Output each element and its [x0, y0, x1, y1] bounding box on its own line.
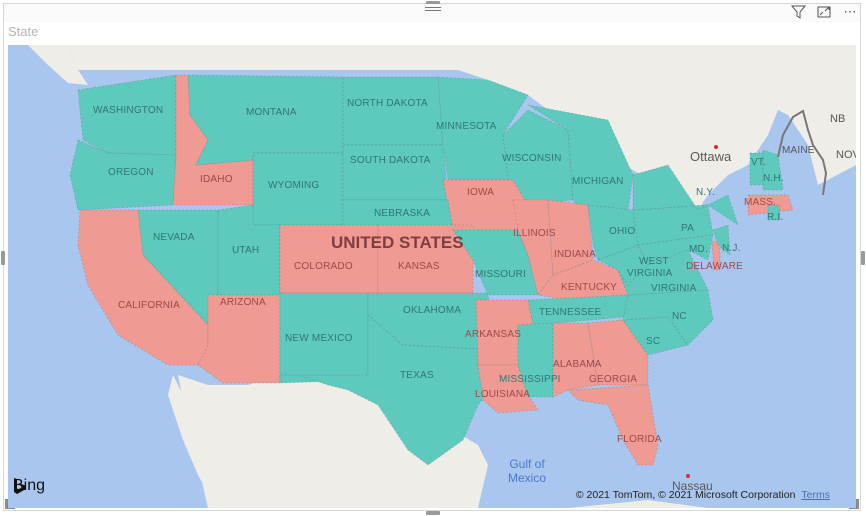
- filter-icon[interactable]: [790, 4, 806, 20]
- state-label-pa: PA: [681, 223, 694, 234]
- state-label-wisconsin: WISCONSIN: [502, 153, 562, 164]
- map-canvas: WASHINGTON OREGON IDAHO MONTANA WYOMING NORTH…: [28, 45, 856, 508]
- state-label-vt: VT.: [751, 157, 766, 168]
- state-label-arizona: ARIZONA: [220, 297, 266, 308]
- map-attribution: © 2021 TomTom, © 2021 Microsoft Corporat…: [576, 489, 830, 501]
- state-label-kentucky: KENTUCKY: [561, 282, 617, 293]
- terms-link[interactable]: Terms: [801, 489, 830, 501]
- state-label-sc: SC: [646, 336, 660, 347]
- province-label-nova: NOV: [836, 149, 856, 161]
- state-shape-n-h[interactable]: [762, 149, 784, 191]
- state-label-oklahoma: OKLAHOMA: [403, 305, 461, 316]
- state-label-nc: NC: [672, 311, 687, 322]
- state-label-missouri: MISSOURI: [475, 269, 526, 280]
- state-label-oregon: OREGON: [108, 167, 154, 178]
- country-label: UNITED STATES: [331, 233, 464, 252]
- state-shape-north-dakota[interactable]: [342, 76, 444, 146]
- focus-mode-icon[interactable]: [816, 4, 832, 20]
- visual-title: State: [8, 24, 39, 39]
- resize-handle-left[interactable]: [1, 251, 5, 265]
- state-label-south-dakota: SOUTH DAKOTA: [350, 155, 431, 166]
- state-label-idaho: IDAHO: [200, 174, 233, 185]
- state-label-georgia: GEORGIA: [589, 374, 637, 385]
- state-label-florida: FLORIDA: [617, 434, 662, 445]
- state-label-texas: TEXAS: [400, 370, 434, 381]
- state-label-washington: WASHINGTON: [93, 105, 163, 116]
- state-label-nevada: NEVADA: [153, 232, 195, 243]
- land-cuba: [568, 500, 708, 508]
- resize-handle-right[interactable]: [861, 251, 865, 265]
- province-label-nb: NB: [830, 113, 846, 125]
- state-shape-south-dakota[interactable]: [342, 144, 449, 201]
- state-label-r-i: R.I.: [767, 212, 783, 223]
- state-label-delaware: DELAWARE: [686, 261, 743, 272]
- state-label-md: MD.: [689, 244, 708, 255]
- more-options-icon[interactable]: ⋯: [842, 4, 858, 20]
- state-label-virginia: VIRGINIA: [651, 283, 697, 294]
- state-shape-montana[interactable]: [187, 74, 344, 166]
- state-label-montana: MONTANA: [246, 107, 297, 118]
- filled-map[interactable]: WASHINGTON OREGON IDAHO MONTANA WYOMING NORTH…: [8, 45, 856, 508]
- state-label-colorado: COLORADO: [294, 261, 353, 272]
- city-label-ottawa: Ottawa: [690, 149, 732, 164]
- state-label-arkansas: ARKANSAS: [465, 329, 521, 340]
- state-label-indiana: INDIANA: [554, 249, 596, 260]
- state-label-utah: UTAH: [232, 245, 259, 256]
- drag-grip-icon[interactable]: [425, 5, 441, 13]
- state-label-maine: MAINE: [782, 145, 815, 156]
- state-label-kansas: KANSAS: [398, 261, 440, 272]
- state-label-n-j: N.J.: [722, 243, 741, 254]
- resize-handle-bottom[interactable]: [426, 511, 440, 515]
- state-label-n-h: N.H.: [763, 173, 784, 184]
- state-label-ohio: OHIO: [609, 226, 635, 237]
- state-label-n-y: N.Y.: [696, 187, 715, 198]
- state-label-wyoming: WYOMING: [268, 180, 319, 191]
- state-label-mississippi: MISSISSIPPI: [499, 374, 561, 385]
- state-label-louisiana: LOUISIANA: [475, 389, 530, 400]
- bing-logo: Bing: [13, 477, 45, 495]
- bing-icon: [14, 478, 26, 494]
- visual-toolbar: ⋯: [790, 3, 858, 21]
- state-label-tennessee: TENNESSEE: [539, 307, 602, 318]
- state-label-minnesota: MINNESOTA: [436, 121, 497, 132]
- state-shape-arizona[interactable]: [197, 294, 281, 384]
- state-label-california: CALIFORNIA: [118, 300, 180, 311]
- state-label-mass: MASS.: [744, 197, 776, 208]
- water-label-gulf-of-mexico: Gulf of Mexico: [507, 457, 546, 485]
- nassau-marker: [686, 474, 690, 478]
- state-label-iowa: IOWA: [467, 187, 494, 198]
- state-label-north-dakota: NORTH DAKOTA: [347, 98, 428, 109]
- state-label-michigan: MICHIGAN: [572, 176, 624, 187]
- state-label-new-mexico: NEW MEXICO: [285, 333, 353, 344]
- copyright-text: © 2021 TomTom, © 2021 Microsoft Corporat…: [575, 489, 796, 501]
- state-shape-florida[interactable]: [567, 384, 659, 466]
- state-label-alabama: ALABAMA: [553, 359, 602, 370]
- state-label-illinois: ILLINOIS: [513, 228, 556, 239]
- state-label-nebraska: NEBRASKA: [374, 208, 430, 219]
